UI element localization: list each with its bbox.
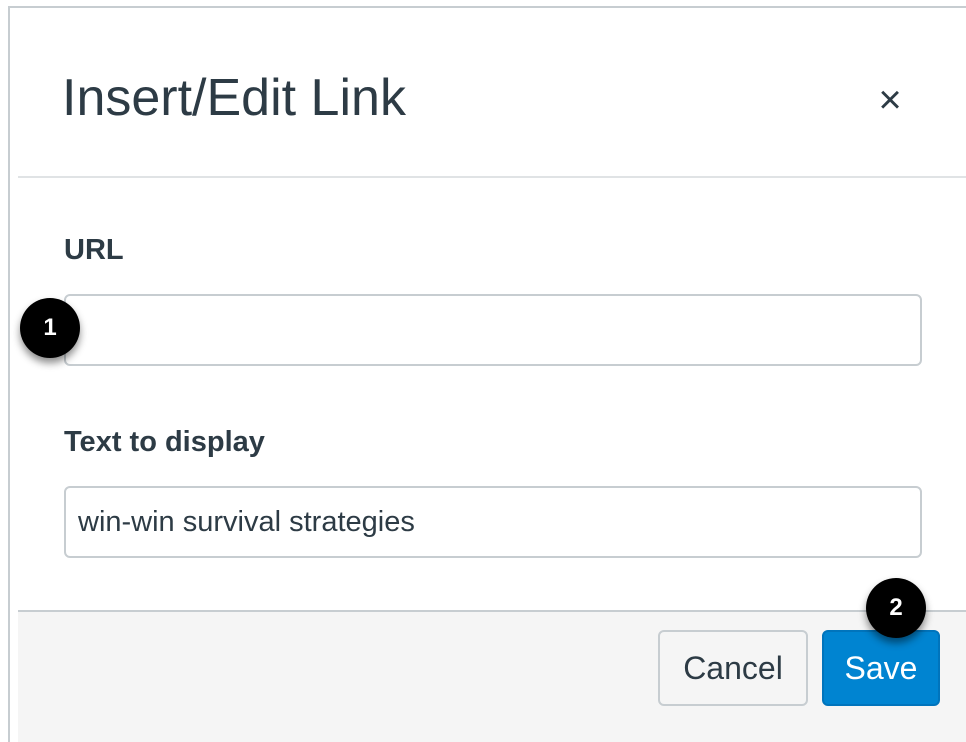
save-button[interactable]: Save [822, 630, 940, 706]
close-icon[interactable]: × [858, 68, 922, 132]
callout-badge-2: 2 [866, 578, 926, 638]
text-to-display-input[interactable] [64, 486, 922, 558]
text-to-display-label: Text to display [64, 426, 265, 458]
url-label: URL [64, 234, 124, 266]
url-input[interactable] [64, 294, 922, 366]
cancel-button[interactable]: Cancel [658, 630, 808, 706]
callout-badge-1: 1 [20, 298, 80, 358]
header-divider [18, 176, 966, 178]
dialog-title: Insert/Edit Link [62, 69, 406, 127]
